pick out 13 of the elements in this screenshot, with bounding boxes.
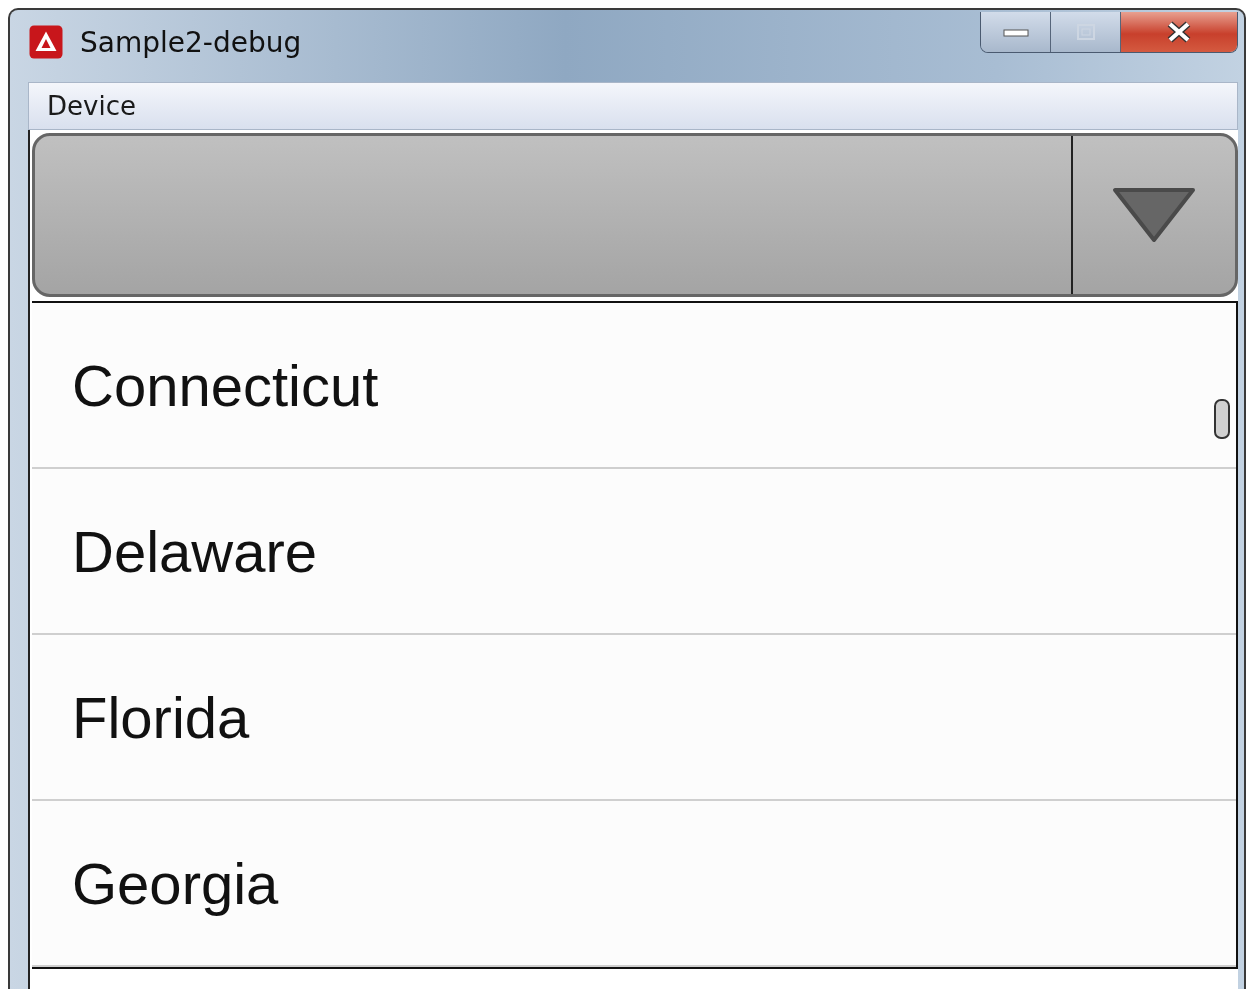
list-item[interactable]: Georgia (32, 801, 1236, 967)
dropdown[interactable] (32, 133, 1238, 297)
close-button[interactable] (1121, 12, 1237, 52)
scrollbar-thumb[interactable] (1214, 399, 1230, 439)
dropdown-arrow-icon (1111, 186, 1197, 244)
window-title: Sample2-debug (80, 25, 302, 59)
maximize-icon (1075, 23, 1096, 41)
minimize-icon (1002, 27, 1029, 37)
menu-item[interactable]: Device (47, 91, 136, 121)
minimize-button[interactable] (981, 12, 1051, 52)
app-logo-icon (28, 24, 64, 60)
list-item[interactable]: Florida (32, 635, 1236, 801)
list-item[interactable]: Delaware (32, 469, 1236, 635)
